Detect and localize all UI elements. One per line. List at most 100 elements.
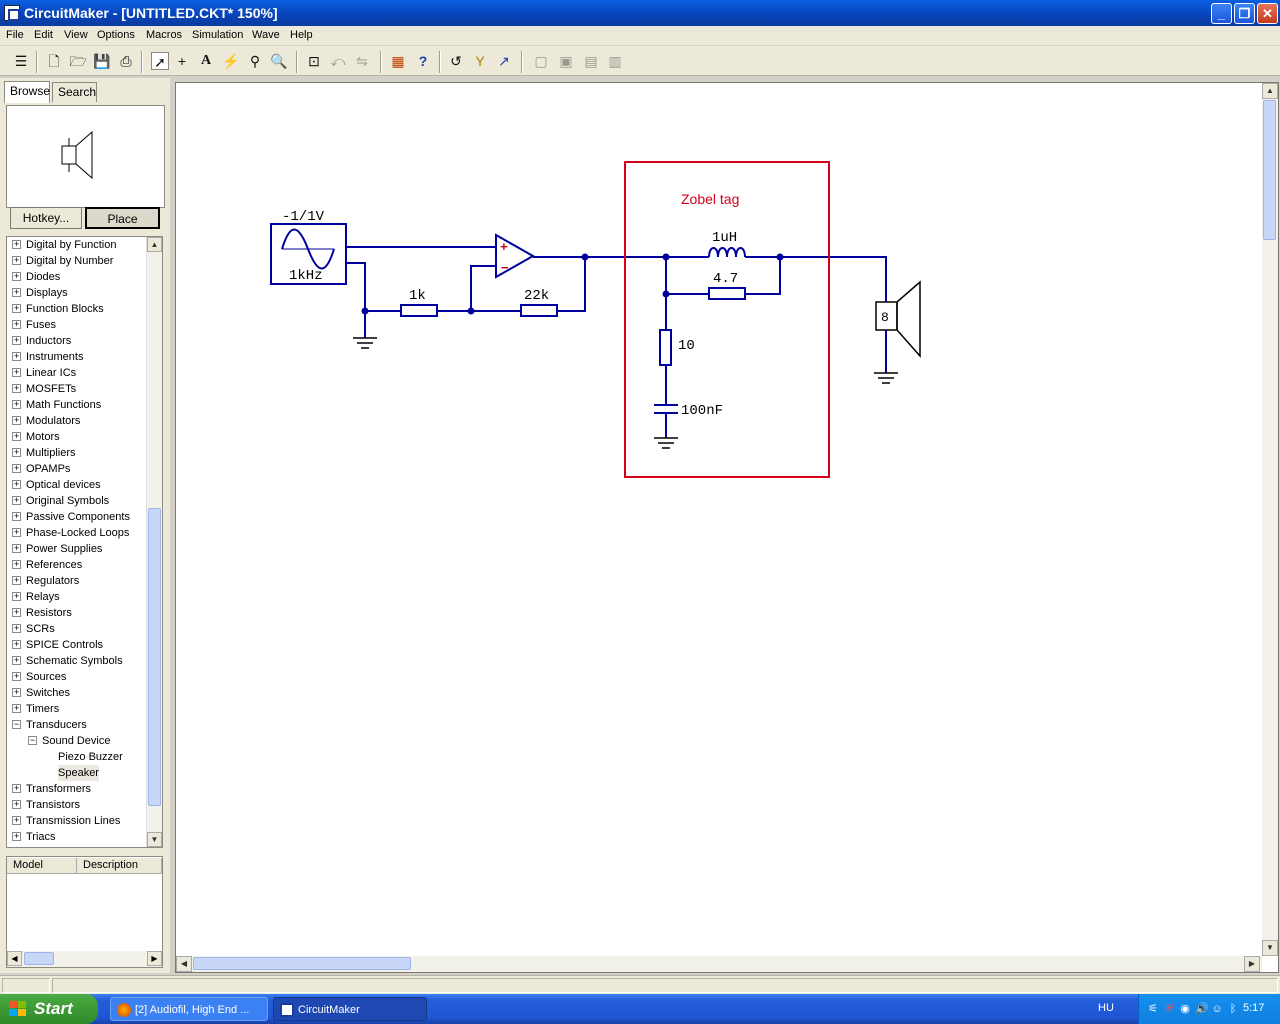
expand-icon[interactable]: +: [12, 336, 21, 345]
text-icon[interactable]: A: [197, 52, 215, 70]
expand-icon[interactable]: +: [12, 400, 21, 409]
expand-icon[interactable]: +: [12, 832, 21, 841]
simulate-icon[interactable]: ↗: [495, 52, 513, 70]
expand-icon[interactable]: +: [12, 464, 21, 473]
rotate-icon[interactable]: ⤺: [329, 52, 347, 70]
zobel-group-box[interactable]: [624, 161, 830, 478]
resistor-1k[interactable]: [400, 304, 438, 317]
new-icon[interactable]: 🗋: [45, 52, 63, 70]
canvas-vertical-scrollbar[interactable]: ▲ ▼: [1262, 83, 1278, 956]
expand-icon[interactable]: +: [12, 480, 21, 489]
inductor-1uh[interactable]: [708, 247, 746, 258]
expand-icon[interactable]: +: [12, 784, 21, 793]
expand-icon[interactable]: +: [12, 640, 21, 649]
model-scroll-thumb[interactable]: [24, 952, 54, 965]
resistor-4-7[interactable]: [708, 287, 746, 300]
column-description[interactable]: Description: [77, 858, 162, 874]
expand-icon[interactable]: +: [12, 816, 21, 825]
tree-item[interactable]: + Displays: [7, 285, 147, 301]
resistor-10[interactable]: [659, 329, 672, 366]
network-icon[interactable]: ⚟: [1147, 1002, 1159, 1016]
menu-file[interactable]: File: [6, 29, 24, 41]
tree-item[interactable]: + SPICE Controls: [7, 637, 147, 653]
save-icon[interactable]: 💾: [93, 52, 111, 70]
start-button[interactable]: Start: [0, 994, 98, 1024]
menu-edit[interactable]: Edit: [34, 29, 53, 41]
tree-item[interactable]: + Resistors: [7, 605, 147, 621]
opamp-symbol[interactable]: + −: [495, 233, 536, 279]
wire-icon[interactable]: +: [173, 52, 191, 70]
expand-icon[interactable]: +: [12, 592, 21, 601]
collapse-icon[interactable]: −: [12, 720, 21, 729]
tree-item[interactable]: + Digital by Function: [7, 237, 147, 253]
scroll-up-icon[interactable]: ▲: [1262, 83, 1278, 99]
tree-item[interactable]: + MOSFETs: [7, 381, 147, 397]
tree-item[interactable]: + Motors: [7, 429, 147, 445]
canvas-vscroll-thumb[interactable]: [1263, 100, 1276, 240]
tree-item[interactable]: + SCRs: [7, 621, 147, 637]
close-button[interactable]: ✕: [1257, 3, 1278, 24]
expand-icon[interactable]: +: [12, 512, 21, 521]
scroll-down-icon[interactable]: ▼: [1262, 940, 1278, 956]
menu-help[interactable]: Help: [290, 29, 313, 41]
expand-icon[interactable]: +: [12, 304, 21, 313]
scroll-down-icon[interactable]: ▼: [147, 832, 162, 847]
wire[interactable]: [346, 262, 401, 312]
wizard-icon[interactable]: Y: [471, 52, 489, 70]
scroll-left-icon[interactable]: ◀: [7, 951, 22, 966]
menu-simulation[interactable]: Simulation: [192, 29, 243, 41]
ground-symbol[interactable]: [874, 372, 898, 384]
expand-icon[interactable]: +: [12, 352, 21, 361]
expand-icon[interactable]: +: [12, 320, 21, 329]
zoom-icon[interactable]: 🔍: [270, 52, 288, 70]
arrow-icon[interactable]: ➚: [151, 52, 169, 70]
fit-icon[interactable]: ⊡: [305, 52, 323, 70]
scroll-right-icon[interactable]: ▶: [147, 951, 162, 966]
expand-icon[interactable]: +: [12, 608, 21, 617]
scroll-up-icon[interactable]: ▲: [147, 237, 162, 252]
taskbar-item-circuitmaker[interactable]: CircuitMaker: [273, 997, 427, 1021]
print-icon[interactable]: ⎙: [117, 52, 135, 70]
tree-item[interactable]: + Transformers: [7, 781, 147, 797]
tree-item[interactable]: + Timers: [7, 701, 147, 717]
tree-item[interactable]: + Function Blocks: [7, 301, 147, 317]
help-icon[interactable]: ?: [414, 52, 432, 70]
wire[interactable]: [470, 265, 496, 311]
module-icon[interactable]: ▢: [532, 52, 550, 70]
resistor-22k[interactable]: [520, 304, 558, 317]
menu-view[interactable]: View: [64, 29, 88, 41]
minimize-button[interactable]: _: [1211, 3, 1232, 24]
netlist-icon[interactable]: ▦: [389, 52, 407, 70]
tree-item[interactable]: + Sources: [7, 669, 147, 685]
tree-item[interactable]: − Transducers: [7, 717, 147, 733]
expand-icon[interactable]: +: [12, 704, 21, 713]
schematic-canvas[interactable]: -1/1V 1kHz + − 1k 22k Zobel tag 1uH 4.7 …: [175, 82, 1279, 973]
expand-icon[interactable]: +: [12, 688, 21, 697]
expand-icon[interactable]: +: [12, 528, 21, 537]
expand-icon[interactable]: +: [12, 576, 21, 585]
menu-wave[interactable]: Wave: [252, 29, 280, 41]
tree-item[interactable]: + Original Symbols: [7, 493, 147, 509]
restore-button[interactable]: ❐: [1234, 3, 1255, 24]
tree-item[interactable]: Speaker: [7, 765, 147, 781]
expand-icon[interactable]: +: [12, 368, 21, 377]
expand-icon[interactable]: +: [12, 560, 21, 569]
module-icon[interactable]: ▣: [557, 52, 575, 70]
module-icon[interactable]: ▥: [606, 52, 624, 70]
tree-item[interactable]: + Schematic Symbols: [7, 653, 147, 669]
antivirus-icon[interactable]: ◉: [1179, 1002, 1191, 1016]
tab-search[interactable]: Search: [52, 82, 97, 102]
tree-item[interactable]: + Inductors: [7, 333, 147, 349]
expand-icon[interactable]: +: [12, 416, 21, 425]
expand-icon[interactable]: +: [12, 624, 21, 633]
model-scrollbar[interactable]: ◀ ▶: [7, 951, 162, 967]
messenger-icon[interactable]: ☺: [1211, 1002, 1223, 1016]
tree-item[interactable]: + OPAMPs: [7, 461, 147, 477]
tree-item[interactable]: + Transmission Lines: [7, 813, 147, 829]
expand-icon[interactable]: +: [12, 496, 21, 505]
place-button[interactable]: Place: [85, 207, 160, 229]
expand-icon[interactable]: +: [12, 384, 21, 393]
wire[interactable]: [557, 257, 586, 312]
expand-icon[interactable]: +: [12, 288, 21, 297]
expand-icon[interactable]: +: [12, 432, 21, 441]
